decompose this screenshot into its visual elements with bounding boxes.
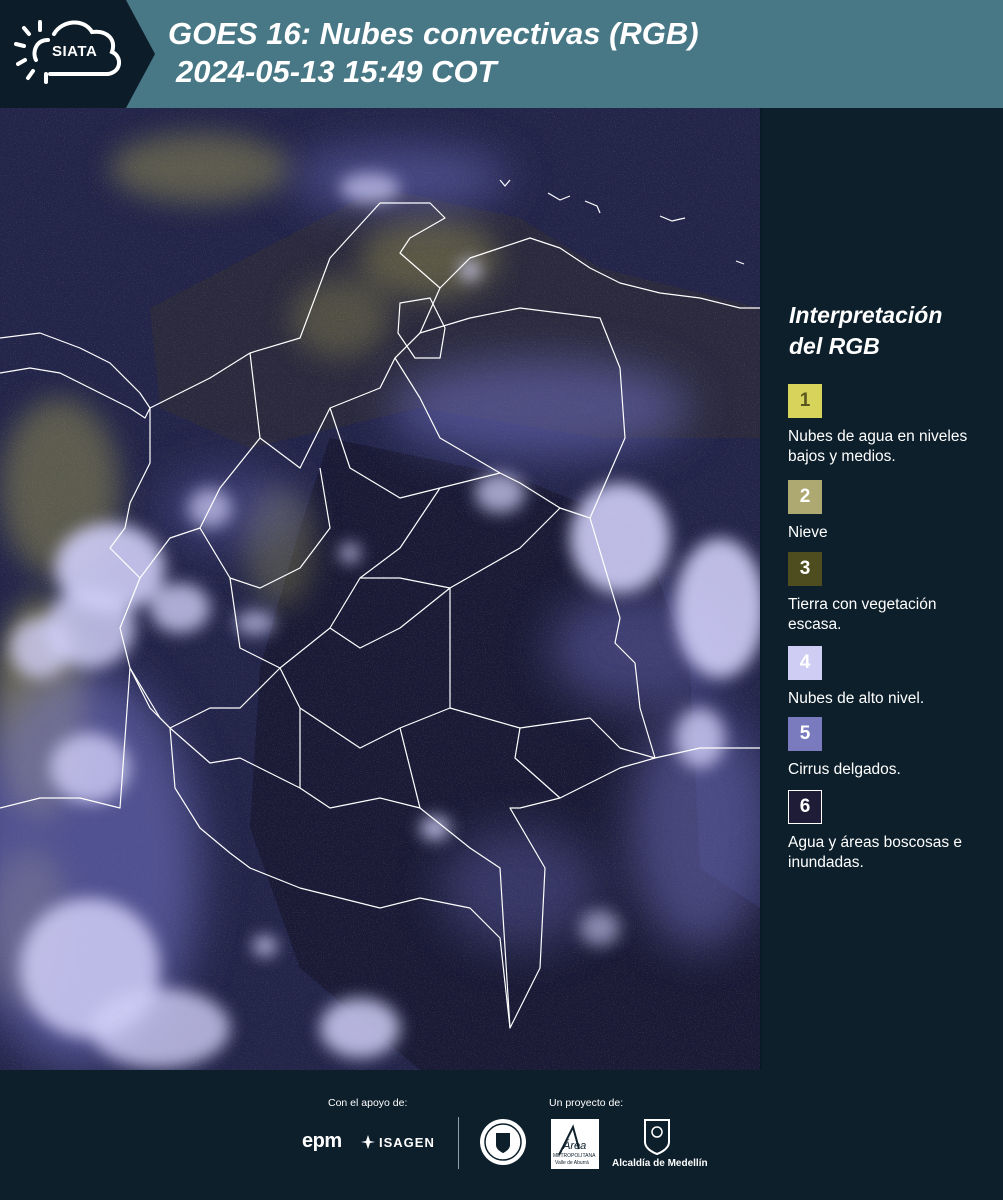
- legend-swatch-6: 6: [788, 790, 822, 824]
- legend-title-line1: Interpretación: [789, 302, 943, 328]
- legend-item-5: 5 Cirrus delgados.: [788, 717, 988, 780]
- alcaldia-shield-icon[interactable]: [642, 1118, 672, 1156]
- area-logo-text: Área: [563, 1140, 587, 1152]
- alcaldia-logo-text: Alcaldía de Medellín: [612, 1158, 708, 1169]
- legend-label-5: Cirrus delgados.: [788, 761, 901, 778]
- legend-swatch-2: 2: [788, 480, 822, 514]
- siata-logo-panel[interactable]: SIATA: [0, 0, 155, 108]
- legend-title: Interpretación del RGB: [789, 300, 989, 362]
- legend-label-4: Nubes de alto nivel.: [788, 690, 925, 707]
- legend-item-3: 3 Tierra con vegetación escasa.: [788, 552, 988, 635]
- page-timestamp: 2024-05-13 15:49 COT: [176, 54, 497, 89]
- area-logo-subtitle: METROPOLITANA: [553, 1153, 596, 1159]
- legend-label-1: Nubes de agua en niveles bajos y medios.: [788, 428, 968, 465]
- support-label: Con el apoyo de:: [328, 1097, 408, 1109]
- legend-item-1: 1 Nubes de agua en niveles bajos y medio…: [788, 384, 988, 467]
- legend-swatch-1: 1: [788, 384, 822, 418]
- project-label: Un proyecto de:: [549, 1097, 624, 1109]
- legend-swatch-4: 4: [788, 646, 822, 680]
- legend-label-3: Tierra con vegetación escasa.: [788, 596, 937, 633]
- medellin-seal-icon[interactable]: [478, 1117, 528, 1167]
- legend-item-6: 6 Agua y áreas boscosas e inundadas.: [788, 790, 988, 873]
- siata-logo-text: SIATA: [52, 43, 98, 60]
- header-bar: SIATA GOES 16: Nubes convectivas (RGB) 2…: [0, 0, 1003, 108]
- epm-logo[interactable]: epm: [302, 1130, 342, 1153]
- isagen-mark-icon: [361, 1135, 375, 1149]
- legend-label-6: Agua y áreas boscosas e inundadas.: [788, 834, 963, 871]
- legend-item-4: 4 Nubes de alto nivel.: [788, 646, 988, 709]
- satellite-imagery: [0, 108, 760, 1070]
- legend-swatch-3: 3: [788, 552, 822, 586]
- isagen-logo[interactable]: ISAGEN: [379, 1135, 435, 1150]
- area-logo-subtitle-2: Valle de Aburrá: [555, 1160, 589, 1166]
- legend-title-line2: del RGB: [789, 333, 880, 359]
- satellite-map[interactable]: [0, 108, 762, 1070]
- page-title: GOES 16: Nubes convectivas (RGB): [168, 16, 699, 51]
- legend-label-2: Nieve: [788, 524, 828, 541]
- footer-divider: [458, 1117, 459, 1169]
- legend-swatch-5: 5: [788, 717, 822, 751]
- legend-item-2: 2 Nieve: [788, 480, 988, 543]
